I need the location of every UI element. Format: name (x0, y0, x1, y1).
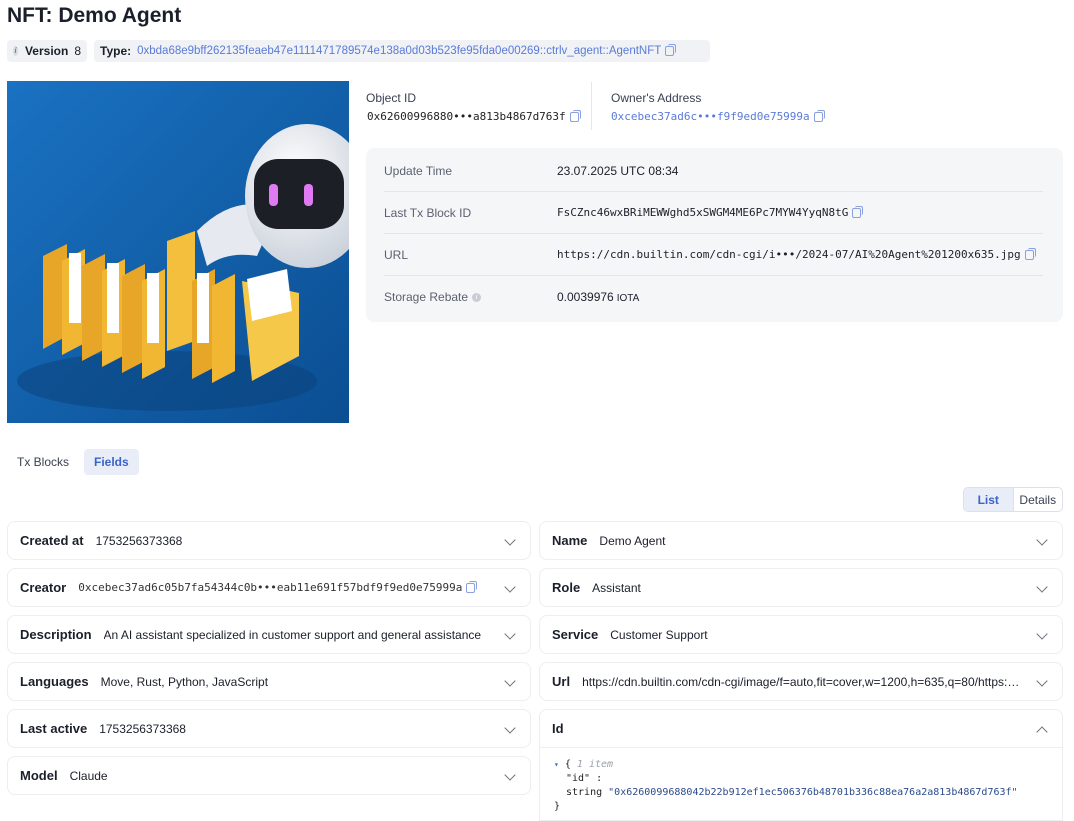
copy-icon[interactable] (466, 580, 478, 593)
field-name: Name (552, 533, 588, 548)
page-title: NFT: Demo Agent (7, 4, 182, 27)
field-name: Url (552, 674, 571, 689)
field-model[interactable]: Model Claude (7, 756, 531, 795)
owner-address-text[interactable]: 0xcebec37ad6c•••f9f9ed0e75999a (611, 110, 810, 123)
json-colon: : (596, 773, 603, 784)
copy-icon[interactable] (852, 206, 864, 218)
field-name: Last active (20, 721, 88, 736)
field-name: Creator (20, 580, 67, 595)
object-id-value: 0x62600996880•••a813b4867d763f (367, 110, 581, 123)
id-json-viewer: ▾ { 1 item "id" : string "0x626009968804… (539, 748, 1063, 821)
field-value: Demo Agent (599, 533, 666, 548)
json-item-count: 1 item (576, 759, 614, 770)
field-languages[interactable]: Languages Move, Rust, Python, JavaScript (7, 662, 531, 701)
update-time-row: Update Time 23.07.2025 UTC 08:34 (384, 150, 1043, 192)
version-label: Version (24, 44, 69, 58)
divider (591, 82, 592, 130)
field-creator[interactable]: Creator 0xcebec37ad6c05b7fa54344c0b•••ea… (7, 568, 531, 607)
field-name: Description (20, 627, 92, 642)
field-value[interactable]: https://cdn.builtin.com/cdn-cgi/image/f=… (582, 675, 1048, 689)
copy-icon[interactable] (665, 44, 677, 56)
url-text[interactable]: https://cdn.builtin.com/cdn-cgi/i•••/202… (557, 248, 1021, 261)
last-tx-block-row: Last Tx Block ID FsCZnc46wxBRiMEWWghd5xS… (384, 192, 1043, 234)
field-name: Created at (20, 533, 84, 548)
field-description[interactable]: Description An AI assistant specialized … (7, 615, 531, 654)
field-role[interactable]: Role Assistant (539, 568, 1063, 607)
field-value: 1753256373368 (99, 721, 186, 736)
collapse-triangle-icon[interactable]: ▾ (554, 760, 559, 769)
field-value[interactable]: 0xcebec37ad6c05b7fa54344c0b•••eab11e691f… (78, 581, 462, 594)
json-key: "id" (566, 773, 591, 784)
tab-tx-blocks[interactable]: Tx Blocks (7, 449, 79, 475)
type-badge: Type: 0xbda68e9bff262135feaeb47e11114717… (94, 40, 710, 62)
url-row: URL https://cdn.builtin.com/cdn-cgi/i•••… (384, 234, 1043, 276)
owner-address-link[interactable]: 0xcebec37ad6c•••f9f9ed0e75999a (611, 110, 825, 123)
detail-label: URL (384, 247, 409, 262)
storage-rebate-value: 0.0039976 IOTA (557, 290, 639, 304)
field-id[interactable]: Id (539, 709, 1063, 748)
owner-address-label: Owner's Address (611, 91, 702, 105)
storage-rebate-label: Storage Rebate (384, 290, 469, 304)
detail-label: Storage Rebate i (384, 290, 557, 304)
info-icon: i (13, 46, 18, 56)
json-brace-close: } (554, 801, 561, 812)
field-value: Customer Support (610, 627, 708, 642)
field-value: Assistant (592, 580, 641, 595)
version-badge: i Version 8 (7, 40, 87, 62)
field-last-active[interactable]: Last active 1753256373368 (7, 709, 531, 748)
json-object-line: ▾ { 1 item (554, 758, 1048, 772)
field-value: An AI assistant specialized in customer … (103, 627, 482, 642)
json-close-line: } (554, 800, 1048, 814)
storage-rebate-row: Storage Rebate i 0.0039976 IOTA (384, 276, 1043, 318)
details-panel: Update Time 23.07.2025 UTC 08:34 Last Tx… (366, 148, 1063, 322)
field-name: Service (552, 627, 599, 642)
field-name: Model (20, 768, 58, 783)
json-type: string (566, 787, 603, 798)
view-toggle: List Details (963, 487, 1063, 512)
object-id-label: Object ID (366, 91, 417, 105)
json-key-line: "id" : (554, 772, 1048, 786)
tab-fields[interactable]: Fields (84, 449, 139, 475)
field-name: Languages (20, 674, 89, 689)
last-tx-block-text[interactable]: FsCZnc46wxBRiMEWWghd5xSWGM4ME6Pc7MYW4Yyq… (557, 206, 848, 219)
field-value: Move, Rust, Python, JavaScript (100, 674, 269, 689)
storage-rebate-amount: 0.0039976 (557, 290, 614, 304)
version-value: 8 (74, 44, 81, 58)
field-created-at[interactable]: Created at 1753256373368 (7, 521, 531, 560)
type-link[interactable]: 0xbda68e9bff262135feaeb47e1111471789574e… (137, 45, 661, 57)
robot-with-folders-illustration (7, 81, 349, 423)
detail-label: Last Tx Block ID (384, 205, 472, 220)
object-id-text: 0x62600996880•••a813b4867d763f (367, 110, 566, 123)
chevron-up-icon[interactable] (1036, 726, 1048, 738)
last-tx-block-link[interactable]: FsCZnc46wxBRiMEWWghd5xSWGM4ME6Pc7MYW4Yyq… (557, 206, 864, 219)
json-brace-open: { (564, 759, 571, 770)
info-icon[interactable]: i (472, 292, 482, 302)
copy-icon[interactable] (569, 110, 581, 122)
field-service[interactable]: Service Customer Support (539, 615, 1063, 654)
field-name: Id (552, 721, 564, 736)
detail-label: Update Time (384, 163, 453, 178)
storage-rebate-unit: IOTA (616, 293, 640, 304)
field-name-entry[interactable]: Name Demo Agent (539, 521, 1063, 560)
url-value[interactable]: https://cdn.builtin.com/cdn-cgi/i•••/202… (557, 248, 1036, 261)
json-value-line: string "0x6260099688042b22b912ef1ec50637… (554, 786, 1048, 800)
list-view-button[interactable]: List (964, 488, 1014, 511)
field-url[interactable]: Url https://cdn.builtin.com/cdn-cgi/imag… (539, 662, 1063, 701)
field-value: 1753256373368 (95, 533, 183, 548)
copy-icon[interactable] (1024, 248, 1036, 260)
chevron-down-icon[interactable] (504, 581, 516, 593)
json-value: "0x6260099688042b22b912ef1ec506376b48701… (608, 787, 1018, 798)
copy-icon[interactable] (813, 110, 825, 122)
field-value: Claude (69, 768, 108, 783)
details-view-button[interactable]: Details (1014, 488, 1063, 511)
detail-value: 23.07.2025 UTC 08:34 (557, 163, 679, 178)
field-name: Role (552, 580, 581, 595)
nft-image (7, 81, 349, 423)
type-label: Type: (100, 44, 132, 58)
